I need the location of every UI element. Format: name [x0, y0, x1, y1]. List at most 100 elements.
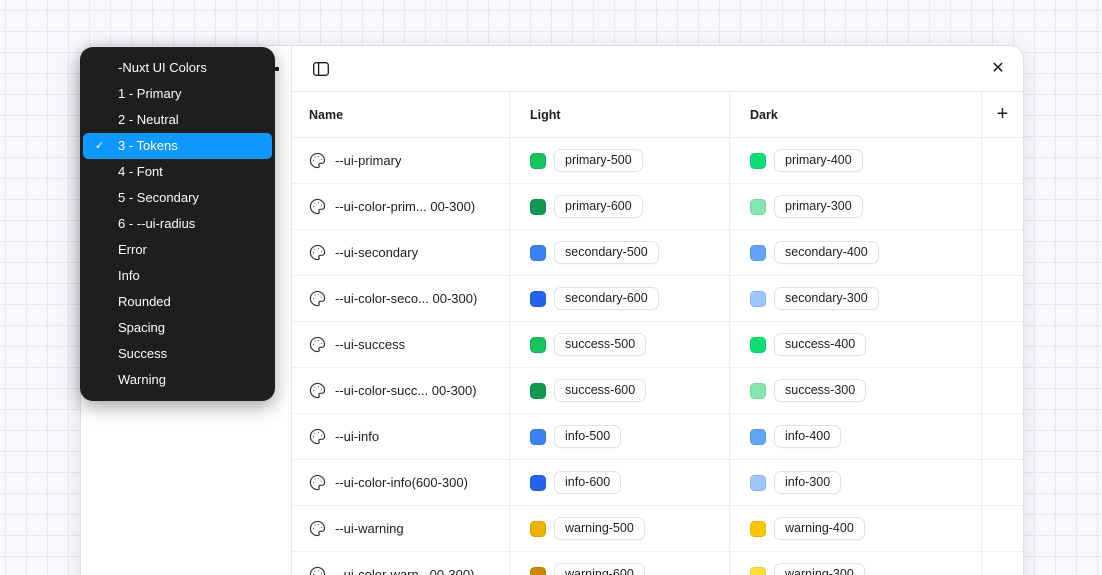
- dark-color-swatch[interactable]: [750, 153, 766, 169]
- panel-topbar: ✕: [292, 46, 1023, 92]
- table-row[interactable]: --ui-color-warn...00-300) warning-600 wa…: [292, 552, 1023, 575]
- dark-value-chip[interactable]: success-400: [774, 333, 866, 356]
- close-button[interactable]: ✕: [986, 57, 1010, 81]
- menu-item[interactable]: ✓ Error: [83, 237, 272, 263]
- table-row[interactable]: --ui-success success-500 success-400: [292, 322, 1023, 368]
- toggle-sidebar-button[interactable]: [309, 57, 333, 81]
- light-value-chip[interactable]: warning-600: [554, 563, 645, 575]
- table-row[interactable]: --ui-color-seco... 00-300) secondary-600…: [292, 276, 1023, 322]
- menu-item[interactable]: ✓ 5 - Secondary: [83, 185, 272, 211]
- dark-value-chip[interactable]: info-400: [774, 425, 841, 448]
- menu-item[interactable]: ✓ Spacing: [83, 315, 272, 341]
- dark-color-swatch[interactable]: [750, 337, 766, 353]
- dark-color-swatch[interactable]: [750, 429, 766, 445]
- token-name: --ui-color-succ... 00-300): [335, 383, 477, 398]
- dark-cell[interactable]: info-300: [729, 460, 981, 505]
- dark-value-chip[interactable]: primary-300: [774, 195, 863, 218]
- light-cell[interactable]: primary-600: [509, 184, 729, 229]
- dark-color-swatch[interactable]: [750, 245, 766, 261]
- menu-item[interactable]: ✓ 3 - Tokens: [83, 133, 272, 159]
- add-mode-button[interactable]: +: [997, 104, 1009, 126]
- dark-value-chip[interactable]: success-300: [774, 379, 866, 402]
- light-color-swatch[interactable]: [530, 153, 546, 169]
- dark-value-chip[interactable]: warning-300: [774, 563, 865, 575]
- light-cell[interactable]: warning-500: [509, 506, 729, 551]
- menu-item-label: 6 - --ui-radius: [118, 216, 195, 231]
- light-color-swatch[interactable]: [530, 429, 546, 445]
- light-value-chip[interactable]: secondary-500: [554, 241, 659, 264]
- table-row[interactable]: --ui-color-info(600-300) info-600 info-3…: [292, 460, 1023, 506]
- dark-cell[interactable]: secondary-400: [729, 230, 981, 275]
- empty-cell: [981, 552, 1023, 575]
- light-cell[interactable]: success-500: [509, 322, 729, 367]
- light-value-chip[interactable]: info-500: [554, 425, 621, 448]
- dark-value-chip[interactable]: secondary-400: [774, 241, 879, 264]
- dark-value-chip[interactable]: primary-400: [774, 149, 863, 172]
- light-value-chip[interactable]: secondary-600: [554, 287, 659, 310]
- palette-icon: [309, 382, 326, 399]
- table-row[interactable]: --ui-secondary secondary-500 secondary-4…: [292, 230, 1023, 276]
- menu-item[interactable]: ✓ 1 - Primary: [83, 81, 272, 107]
- menu-item[interactable]: ✓ Warning: [83, 367, 272, 393]
- light-value-chip[interactable]: success-600: [554, 379, 646, 402]
- dark-color-swatch[interactable]: [750, 521, 766, 537]
- light-color-swatch[interactable]: [530, 383, 546, 399]
- dark-cell[interactable]: primary-300: [729, 184, 981, 229]
- light-cell[interactable]: success-600: [509, 368, 729, 413]
- dark-cell[interactable]: info-400: [729, 414, 981, 459]
- menu-item[interactable]: ✓ 6 - --ui-radius: [83, 211, 272, 237]
- dark-value-chip[interactable]: secondary-300: [774, 287, 879, 310]
- dark-cell[interactable]: warning-400: [729, 506, 981, 551]
- empty-cell: [981, 276, 1023, 321]
- dark-color-swatch[interactable]: [750, 567, 766, 575]
- table-row[interactable]: --ui-info info-500 info-400: [292, 414, 1023, 460]
- menu-item-label: 2 - Neutral: [118, 112, 179, 127]
- light-cell[interactable]: secondary-500: [509, 230, 729, 275]
- light-color-swatch[interactable]: [530, 291, 546, 307]
- dark-cell[interactable]: warning-300: [729, 552, 981, 575]
- menu-item-label: 5 - Secondary: [118, 190, 199, 205]
- dark-value-chip[interactable]: info-300: [774, 471, 841, 494]
- light-color-swatch[interactable]: [530, 475, 546, 491]
- light-value-chip[interactable]: primary-500: [554, 149, 643, 172]
- menu-item[interactable]: ✓ Info: [83, 263, 272, 289]
- light-cell[interactable]: primary-500: [509, 138, 729, 183]
- dark-cell[interactable]: secondary-300: [729, 276, 981, 321]
- token-name: --ui-warning: [335, 521, 404, 536]
- table-row[interactable]: --ui-warning warning-500 warning-400: [292, 506, 1023, 552]
- dark-color-swatch[interactable]: [750, 475, 766, 491]
- light-color-swatch[interactable]: [530, 567, 546, 575]
- light-color-swatch[interactable]: [530, 337, 546, 353]
- table-row[interactable]: --ui-color-prim... 00-300) primary-600 p…: [292, 184, 1023, 230]
- light-color-swatch[interactable]: [530, 199, 546, 215]
- light-color-swatch[interactable]: [530, 245, 546, 261]
- menu-item[interactable]: ✓ -Nuxt UI Colors: [83, 55, 272, 81]
- dark-color-swatch[interactable]: [750, 199, 766, 215]
- light-value-chip[interactable]: success-500: [554, 333, 646, 356]
- light-cell[interactable]: warning-600: [509, 552, 729, 575]
- menu-anchor-dot: [275, 67, 279, 71]
- light-cell[interactable]: info-500: [509, 414, 729, 459]
- light-cell[interactable]: secondary-600: [509, 276, 729, 321]
- menu-item[interactable]: ✓ 4 - Font: [83, 159, 272, 185]
- empty-cell: [981, 460, 1023, 505]
- light-value-chip[interactable]: info-600: [554, 471, 621, 494]
- light-value-chip[interactable]: primary-600: [554, 195, 643, 218]
- table-row[interactable]: --ui-color-succ... 00-300) success-600 s…: [292, 368, 1023, 414]
- menu-item[interactable]: ✓ Rounded: [83, 289, 272, 315]
- empty-cell: [981, 414, 1023, 459]
- menu-item-label: Spacing: [118, 320, 165, 335]
- dark-cell[interactable]: primary-400: [729, 138, 981, 183]
- dark-cell[interactable]: success-400: [729, 322, 981, 367]
- light-cell[interactable]: info-600: [509, 460, 729, 505]
- dark-value-chip[interactable]: warning-400: [774, 517, 865, 540]
- dark-color-swatch[interactable]: [750, 291, 766, 307]
- light-color-swatch[interactable]: [530, 521, 546, 537]
- menu-item[interactable]: ✓ Success: [83, 341, 272, 367]
- palette-icon: [309, 428, 326, 445]
- table-row[interactable]: --ui-primary primary-500 primary-400: [292, 138, 1023, 184]
- dark-cell[interactable]: success-300: [729, 368, 981, 413]
- menu-item[interactable]: ✓ 2 - Neutral: [83, 107, 272, 133]
- dark-color-swatch[interactable]: [750, 383, 766, 399]
- light-value-chip[interactable]: warning-500: [554, 517, 645, 540]
